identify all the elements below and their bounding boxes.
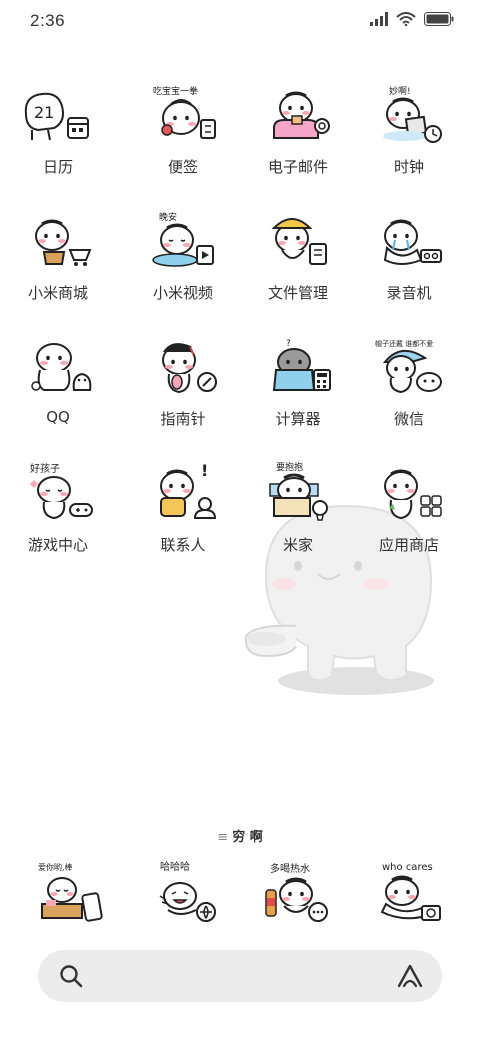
app-email[interactable]: 电子邮件 (243, 84, 353, 184)
app-calculator[interactable]: ? 计算器 (243, 336, 353, 436)
mascot-caption: 多喝热水 (270, 862, 310, 875)
mascot-caption: who cares (382, 862, 433, 873)
app-row: QQ 指南针 ? 计算器 帽子还戴 谁都不爱 微信 (0, 336, 480, 436)
wifi-icon (396, 12, 416, 26)
mascot-caption: 爱你哟,棒 (38, 862, 73, 872)
signal-icon (370, 12, 388, 26)
app-label: 米家 (282, 536, 313, 554)
mascot-caption: ? (286, 339, 291, 349)
app-label: 电子邮件 (267, 158, 328, 176)
mascot-caption: 哈哈哈 (160, 860, 190, 873)
app-wechat[interactable]: 帽子还戴 谁都不爱 微信 (354, 336, 464, 436)
app-qq[interactable]: QQ (3, 336, 113, 436)
dock: 爱你哟,棒 哈哈哈 多喝热水 who cares (0, 856, 480, 930)
app-label: QQ (46, 408, 70, 426)
app-label: 文件管理 (267, 284, 328, 302)
mihome-mascot-icon: 要抱抱 (269, 462, 328, 521)
notes-mascot-icon: 吃宝宝一拳 (153, 85, 216, 139)
status-icons (370, 12, 454, 26)
app-app-store[interactable]: 应用商店 (354, 462, 464, 562)
app-mi-home[interactable]: 要抱抱 米家 (243, 462, 353, 562)
mascot-caption: 帽子还戴 谁都不爱 (375, 339, 433, 348)
dock-app-phone[interactable]: 爱你哟,棒 (32, 856, 118, 928)
app-notes[interactable]: 吃宝宝一拳 便签 (128, 84, 238, 184)
app-label: 小米商城 (27, 284, 88, 302)
app-label: 微信 (393, 410, 424, 428)
calculator-mascot-icon: ? (272, 339, 331, 391)
mascot-caption: 吃宝宝一拳 (153, 85, 198, 97)
messages-mascot-icon: 多喝热水 (265, 862, 328, 922)
app-label: 指南针 (160, 410, 206, 428)
recorder-mascot-icon (383, 219, 442, 265)
app-row: 21 日历 吃宝宝一拳 便签 电子邮件 妙啊! 时钟 (0, 84, 480, 184)
app-row: 小米商城 晚安 小米视频 文件管理 录音机 (0, 210, 480, 310)
menu-icon: ≡ (217, 830, 229, 845)
mascot-caption: 妙啊! (389, 85, 411, 97)
app-label: 联系人 (160, 536, 206, 554)
mascot-caption: ! (201, 462, 208, 480)
shop-mascot-icon (35, 219, 92, 266)
search-bar[interactable] (38, 950, 442, 1002)
app-clock[interactable]: 妙啊! 时钟 (354, 84, 464, 184)
mascot-caption: 好孩子 (30, 462, 60, 475)
search-icon[interactable] (58, 963, 84, 989)
appstore-mascot-icon (384, 469, 442, 520)
app-label: 应用商店 (378, 536, 439, 554)
app-label: 计算器 (275, 410, 321, 428)
app-calendar[interactable]: 21 日历 (3, 84, 113, 184)
mascot-caption: 要抱抱 (276, 462, 303, 473)
compass-mascot-icon (162, 343, 217, 394)
phone-mascot-icon: 爱你哟,棒 (38, 862, 103, 922)
email-mascot-icon (273, 91, 330, 139)
calendar-mascot-icon: 21 (24, 92, 89, 141)
wechat-mascot-icon: 帽子还戴 谁都不爱 (375, 339, 442, 394)
app-compass[interactable]: 指南针 (128, 336, 238, 436)
dock-app-messages[interactable]: 多喝热水 (262, 856, 348, 928)
app-label: 录音机 (386, 284, 432, 302)
app-recorder[interactable]: 录音机 (354, 210, 464, 310)
browser-mascot-icon: 哈哈哈 (159, 860, 216, 922)
app-row: 好孩子 游戏中心 ! 联系人 要抱抱 米家 应用商店 (0, 462, 480, 562)
dock-title-text: 穷 啊 (232, 830, 263, 845)
files-mascot-icon (271, 218, 327, 265)
clock-mascot-icon: 妙啊! (383, 85, 442, 143)
dock-app-browser[interactable]: 哈哈哈 (150, 856, 236, 928)
battery-icon (424, 12, 454, 26)
camera-mascot-icon: who cares (380, 862, 441, 921)
app-game-center[interactable]: 好孩子 游戏中心 (3, 462, 113, 562)
app-label: 游戏中心 (27, 536, 88, 554)
app-contacts[interactable]: ! 联系人 (128, 462, 238, 562)
app-label: 小米视频 (152, 284, 213, 302)
app-label: 日历 (42, 158, 73, 176)
dock-folder-title[interactable]: ≡ 穷 啊 (0, 826, 480, 845)
video-mascot-icon: 晚安 (152, 211, 214, 267)
mascot-caption: 晚安 (159, 211, 177, 223)
contacts-mascot-icon: ! (160, 462, 217, 519)
app-file-manager[interactable]: 文件管理 (243, 210, 353, 310)
app-mi-store[interactable]: 小米商城 (3, 210, 113, 310)
game-mascot-icon: 好孩子 (30, 462, 93, 520)
app-mi-video[interactable]: 晚安 小米视频 (128, 210, 238, 310)
qq-mascot-icon (31, 343, 92, 391)
assistant-icon[interactable] (396, 962, 424, 990)
app-label: 时钟 (393, 158, 424, 176)
calendar-day-number: 21 (34, 103, 54, 122)
dock-app-camera[interactable]: who cares (372, 856, 458, 928)
app-label: 便签 (167, 158, 198, 176)
status-time: 2:36 (30, 11, 66, 30)
status-bar: 2:36 (0, 0, 480, 44)
